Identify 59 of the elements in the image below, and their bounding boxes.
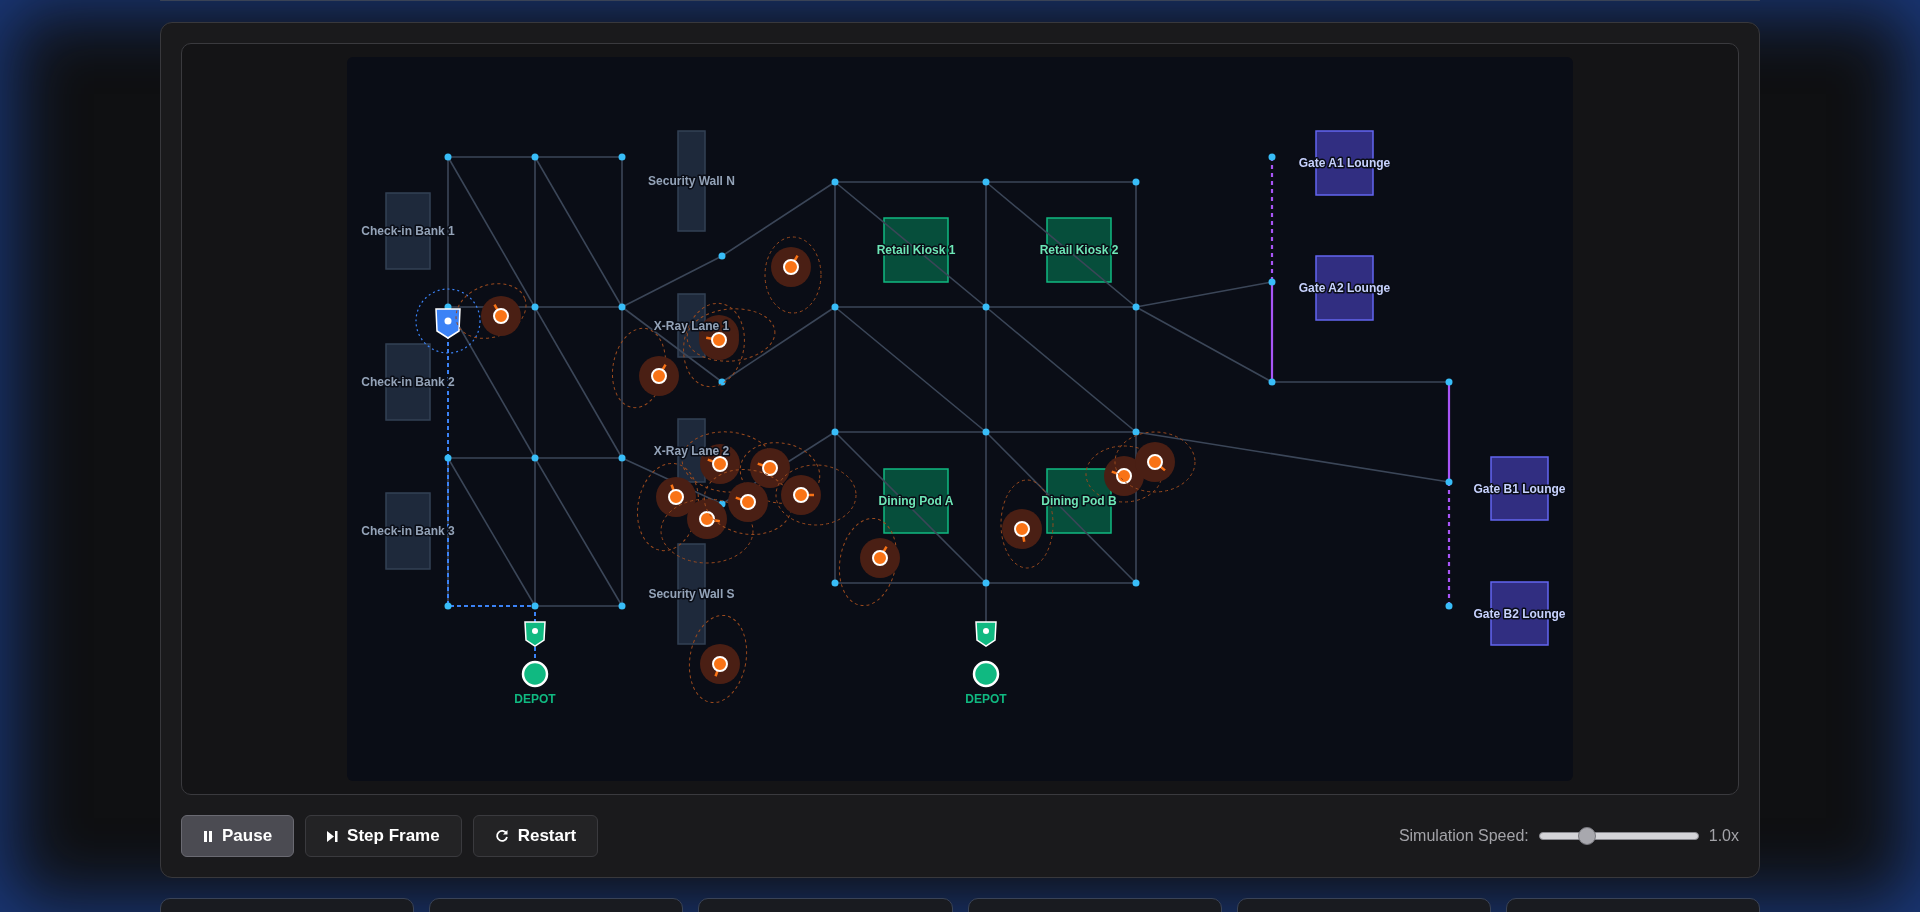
robot-icon <box>415 288 481 354</box>
speed-label: Simulation Speed: <box>1398 827 1529 845</box>
path-node <box>444 153 452 161</box>
zone-label: Dining Pod B <box>1041 494 1117 508</box>
zone-label: Check-in Bank 1 <box>361 224 455 238</box>
agent-marker <box>455 283 527 339</box>
speed-slider[interactable] <box>1538 827 1699 845</box>
path-node <box>718 252 726 260</box>
path-node <box>444 602 452 610</box>
pause-button[interactable]: Pause <box>181 815 295 857</box>
path-node <box>1268 153 1276 161</box>
zone-label: Retail Kiosk 2 <box>1039 243 1119 257</box>
path-node <box>982 303 990 311</box>
zone-label: Check-in Bank 3 <box>361 524 455 538</box>
zone-label: Security Wall N <box>648 174 735 188</box>
path-node <box>831 579 839 587</box>
path-node <box>531 602 539 610</box>
path-node <box>1132 428 1140 436</box>
depot-marker <box>521 660 549 688</box>
path-node <box>618 153 626 161</box>
path-node <box>1268 378 1276 386</box>
path-node <box>618 303 626 311</box>
path-node <box>831 178 839 186</box>
path-node <box>1268 278 1276 286</box>
path-node <box>1132 303 1140 311</box>
path-node <box>444 454 452 462</box>
step-button[interactable]: Step Frame <box>305 815 462 857</box>
zone-label: Check-in Bank 2 <box>361 375 455 389</box>
path-node <box>831 428 839 436</box>
restart-icon <box>494 829 509 843</box>
slider-thumb[interactable] <box>1577 827 1596 845</box>
speed-value: 1.0x <box>1708 827 1739 845</box>
step-forward-icon <box>327 830 339 842</box>
path-node <box>718 378 726 386</box>
depot-marker <box>972 660 1000 688</box>
path-node <box>1445 378 1453 386</box>
pause-icon <box>203 830 213 842</box>
path-node <box>1445 478 1453 486</box>
path-node <box>982 579 990 587</box>
path-node <box>831 303 839 311</box>
robot-icon <box>524 621 546 647</box>
depot-label: DEPOT <box>965 692 1007 706</box>
path-node <box>531 303 539 311</box>
path-node <box>1132 178 1140 186</box>
path-node <box>1132 579 1140 587</box>
zone-label: X-Ray Lane 1 <box>653 318 730 333</box>
depot-label: DEPOT <box>514 692 556 706</box>
path-node <box>618 602 626 610</box>
zone-label: Retail Kiosk 1 <box>876 243 956 257</box>
path-node <box>531 454 539 462</box>
path-node <box>1445 602 1453 610</box>
zone-label: Security Wall S <box>648 587 735 601</box>
path-node <box>982 178 990 186</box>
robot-icon <box>975 621 997 647</box>
zone-label: X-Ray Lane 2 <box>653 443 730 458</box>
path-node <box>982 428 990 436</box>
path-node <box>618 454 626 462</box>
path-node <box>531 153 539 161</box>
restart-button[interactable]: Restart <box>472 815 599 857</box>
